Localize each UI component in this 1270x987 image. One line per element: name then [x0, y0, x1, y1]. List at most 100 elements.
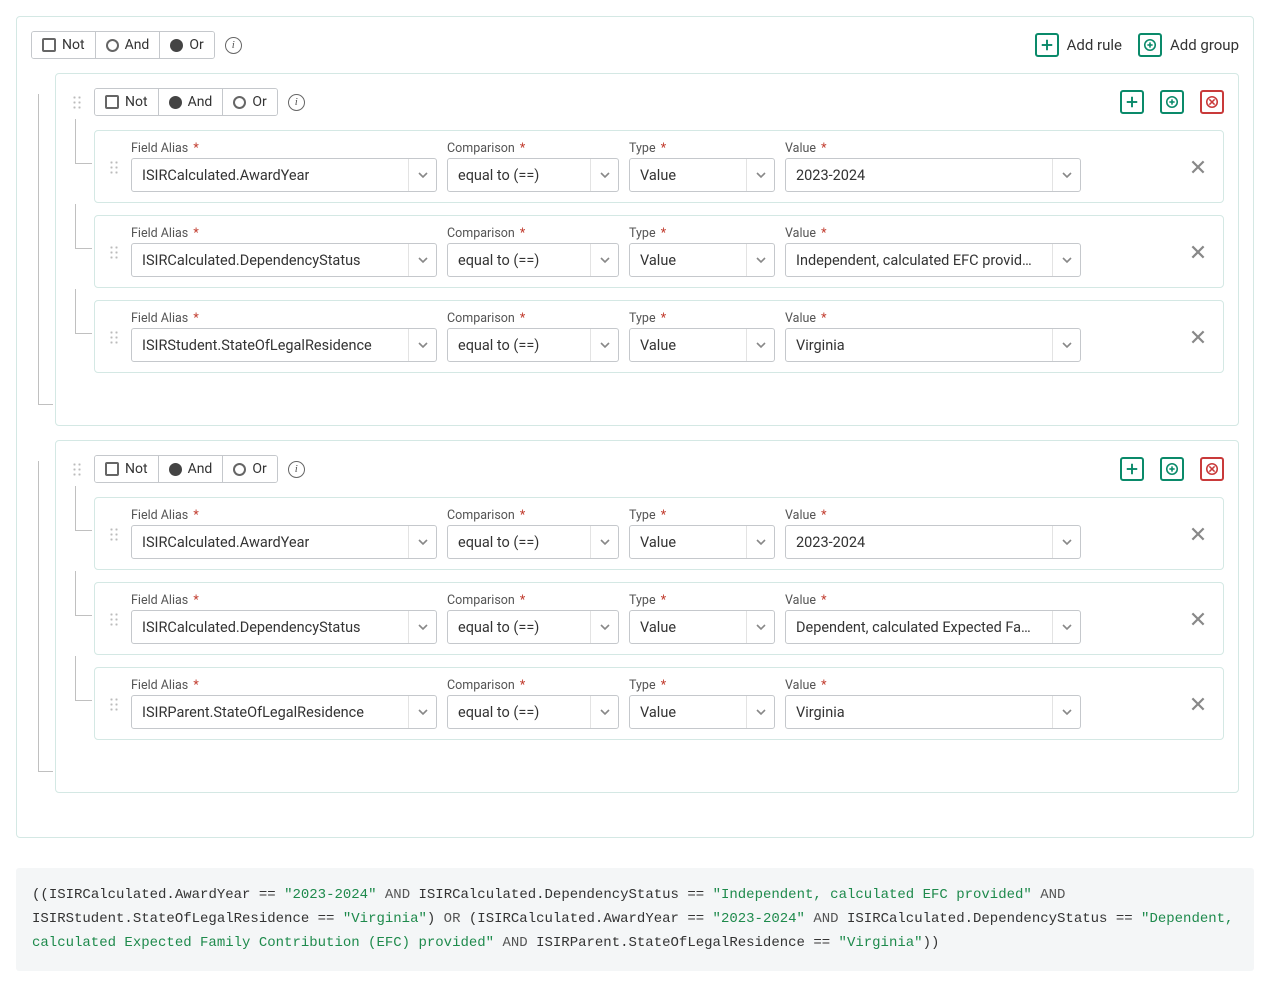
field-alias-select[interactable]: ISIRStudent.StateOfLegalResidence	[131, 328, 437, 362]
drag-handle-icon[interactable]	[70, 95, 84, 109]
chevron-down-icon	[408, 329, 436, 361]
chevron-down-icon	[408, 696, 436, 728]
field-alias-select[interactable]: ISIRCalculated.AwardYear	[131, 525, 437, 559]
drag-handle-icon[interactable]	[107, 697, 121, 711]
field-alias-select[interactable]: ISIRCalculated.DependencyStatus	[131, 243, 437, 277]
delete-group-button[interactable]	[1200, 90, 1224, 114]
drag-handle-icon[interactable]	[107, 245, 121, 259]
comparison-select[interactable]: equal to (==)	[447, 158, 619, 192]
value-select[interactable]: Independent, calculated EFC provid…	[785, 243, 1081, 277]
type-select[interactable]: Value	[629, 610, 775, 644]
info-icon[interactable]: i	[225, 37, 242, 54]
remove-rule-button[interactable]	[1185, 691, 1211, 717]
chevron-down-icon	[590, 159, 618, 191]
root-and-radio[interactable]: And	[96, 32, 161, 58]
not-toggle[interactable]: Not	[95, 456, 159, 482]
field-label: Comparison *	[447, 508, 619, 523]
info-icon[interactable]: i	[288, 94, 305, 111]
type-select[interactable]: Value	[629, 243, 775, 277]
value-field: Value * Independent, calculated EFC prov…	[785, 226, 1081, 277]
add-rule-button[interactable]: Add rule	[1035, 33, 1122, 57]
drag-handle-icon[interactable]	[70, 462, 84, 476]
field-label: Value *	[785, 508, 1081, 523]
add-rule-button[interactable]	[1120, 90, 1144, 114]
rules-container: Field Alias * ISIRCalculated.AwardYear C…	[94, 497, 1224, 740]
comparison-field: Comparison * equal to (==)	[447, 311, 619, 362]
rule-row: Field Alias * ISIRParent.StateOfLegalRes…	[94, 667, 1224, 740]
remove-rule-button[interactable]	[1185, 521, 1211, 547]
select-value: Dependent, calculated Expected Fa…	[796, 619, 1031, 636]
field-label: Value *	[785, 226, 1081, 241]
value-select[interactable]: Dependent, calculated Expected Fa…	[785, 610, 1081, 644]
info-icon[interactable]: i	[288, 461, 305, 478]
value-select[interactable]: 2023-2024	[785, 158, 1081, 192]
comparison-field: Comparison * equal to (==)	[447, 678, 619, 729]
add-group-button[interactable]	[1160, 457, 1184, 481]
field-label: Field Alias *	[131, 226, 437, 241]
select-value: ISIRCalculated.DependencyStatus	[142, 252, 361, 269]
or-radio[interactable]: Or	[223, 89, 276, 115]
radio-icon	[169, 463, 182, 476]
add-group-button[interactable]: Add group	[1138, 33, 1239, 57]
comparison-select[interactable]: equal to (==)	[447, 243, 619, 277]
value-field: Value * 2023-2024	[785, 508, 1081, 559]
not-toggle[interactable]: Not	[95, 89, 159, 115]
and-radio[interactable]: And	[159, 89, 224, 115]
field-label: Type *	[629, 226, 775, 241]
select-value: Value	[640, 619, 676, 636]
root-or-radio[interactable]: Or	[160, 32, 213, 58]
or-radio[interactable]: Or	[223, 456, 276, 482]
drag-handle-icon[interactable]	[107, 160, 121, 174]
field-alias-field: Field Alias * ISIRCalculated.DependencyS…	[131, 593, 437, 644]
logic-toggle: Not And Or	[94, 88, 278, 116]
chevron-down-icon	[408, 611, 436, 643]
field-alias-select[interactable]: ISIRCalculated.DependencyStatus	[131, 610, 437, 644]
select-value: equal to (==)	[458, 167, 539, 184]
type-select[interactable]: Value	[629, 695, 775, 729]
radio-icon	[233, 96, 246, 109]
value-select[interactable]: Virginia	[785, 328, 1081, 362]
root-not-toggle[interactable]: Not	[32, 32, 96, 58]
select-value: ISIRParent.StateOfLegalResidence	[142, 704, 364, 721]
type-field: Type * Value	[629, 226, 775, 277]
comparison-select[interactable]: equal to (==)	[447, 695, 619, 729]
rule-group: Not And Or i	[55, 73, 1239, 426]
comparison-field: Comparison * equal to (==)	[447, 593, 619, 644]
delete-group-button[interactable]	[1200, 457, 1224, 481]
remove-rule-button[interactable]	[1185, 606, 1211, 632]
remove-rule-button[interactable]	[1185, 239, 1211, 265]
add-group-button[interactable]	[1160, 90, 1184, 114]
comparison-select[interactable]: equal to (==)	[447, 610, 619, 644]
select-value: Value	[640, 252, 676, 269]
select-value: Value	[640, 704, 676, 721]
type-select[interactable]: Value	[629, 525, 775, 559]
add-rule-button[interactable]	[1120, 457, 1144, 481]
field-label: Field Alias *	[131, 593, 437, 608]
type-select[interactable]: Value	[629, 328, 775, 362]
rule-row: Field Alias * ISIRCalculated.AwardYear C…	[94, 497, 1224, 570]
field-alias-select[interactable]: ISIRCalculated.AwardYear	[131, 158, 437, 192]
rule-row: Field Alias * ISIRCalculated.AwardYear C…	[94, 130, 1224, 203]
select-value: Value	[640, 337, 676, 354]
not-label: Not	[62, 37, 85, 53]
field-label: Comparison *	[447, 593, 619, 608]
expression-output: ((ISIRCalculated.AwardYear == "2023-2024…	[16, 868, 1254, 971]
field-label: Field Alias *	[131, 678, 437, 693]
value-select[interactable]: 2023-2024	[785, 525, 1081, 559]
comparison-select[interactable]: equal to (==)	[447, 525, 619, 559]
drag-handle-icon[interactable]	[107, 330, 121, 344]
drag-handle-icon[interactable]	[107, 612, 121, 626]
field-label: Value *	[785, 593, 1081, 608]
remove-rule-button[interactable]	[1185, 154, 1211, 180]
and-radio[interactable]: And	[159, 456, 224, 482]
checkbox-icon	[42, 38, 56, 52]
chevron-down-icon	[746, 696, 774, 728]
value-field: Value * Virginia	[785, 311, 1081, 362]
select-value: ISIRCalculated.AwardYear	[142, 534, 309, 551]
drag-handle-icon[interactable]	[107, 527, 121, 541]
value-select[interactable]: Virginia	[785, 695, 1081, 729]
remove-rule-button[interactable]	[1185, 324, 1211, 350]
field-alias-select[interactable]: ISIRParent.StateOfLegalResidence	[131, 695, 437, 729]
comparison-select[interactable]: equal to (==)	[447, 328, 619, 362]
type-select[interactable]: Value	[629, 158, 775, 192]
